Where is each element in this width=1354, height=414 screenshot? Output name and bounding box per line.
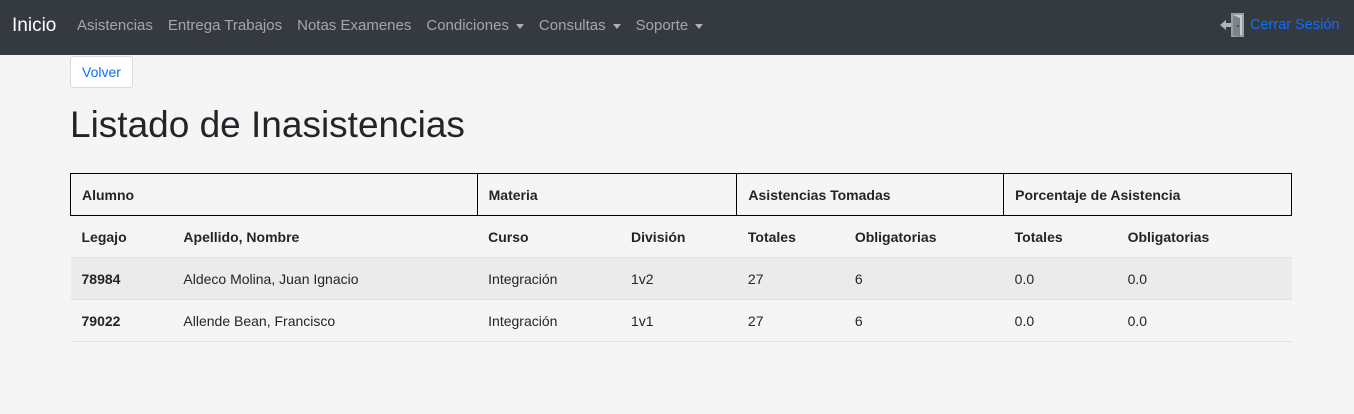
column-header-porcentaje-totales: Totales bbox=[1003, 215, 1117, 258]
caret-down-icon bbox=[612, 23, 621, 29]
nav-link-label: Asistencias bbox=[77, 17, 153, 34]
cell-legajo: 79022 bbox=[70, 299, 173, 342]
cell-porcentaje-obligatorias: 0.0 bbox=[1116, 257, 1292, 300]
table-group-header-row: Alumno Materia Asistencias Tomadas Porce… bbox=[70, 173, 1292, 216]
logout-label: Cerrar Sesión bbox=[1250, 17, 1340, 33]
nav-dropdown-consultas[interactable]: Consultas bbox=[539, 17, 621, 35]
page-title: Listado de Inasistencias bbox=[70, 104, 465, 145]
nav-links: Asistencias Entrega Trabajos Notas Exame… bbox=[77, 17, 718, 35]
column-header-curso: Curso bbox=[477, 215, 621, 258]
cell-porcentaje-totales: 0.0 bbox=[1003, 299, 1117, 342]
nav-dropdown-soporte[interactable]: Soporte bbox=[636, 17, 704, 35]
nav-link-asistencias[interactable]: Asistencias bbox=[77, 17, 153, 35]
table-column-header-row: Legajo Apellido, Nombre Curso División T… bbox=[70, 215, 1292, 258]
cell-legajo: 78984 bbox=[70, 257, 173, 300]
cell-asistencias-totales: 27 bbox=[736, 299, 844, 342]
absences-table: Alumno Materia Asistencias Tomadas Porce… bbox=[70, 173, 1292, 342]
cell-curso: Integración bbox=[477, 257, 621, 300]
logout-link[interactable]: Cerrar Sesión bbox=[1218, 11, 1339, 39]
brand-home-link[interactable]: Inicio bbox=[12, 15, 56, 37]
group-header-alumno: Alumno bbox=[70, 173, 478, 216]
nav-link-label: Consultas bbox=[538, 17, 606, 34]
nav-link-entrega-trabajos[interactable]: Entrega Trabajos bbox=[168, 17, 282, 35]
exit-door-icon bbox=[1220, 13, 1244, 37]
cell-curso: Integración bbox=[477, 299, 621, 342]
top-navbar: Inicio Asistencias Entrega Trabajos Nota… bbox=[0, 0, 1354, 55]
group-header-asistencias-tomadas: Asistencias Tomadas bbox=[736, 173, 1005, 216]
table-row: 78984 Aldeco Molina, Juan Ignacio Integr… bbox=[70, 257, 1292, 300]
column-header-porcentaje-obligatorias: Obligatorias bbox=[1116, 215, 1292, 258]
table-row: 79022 Allende Bean, Francisco Integració… bbox=[70, 299, 1292, 342]
nav-link-label: Soporte bbox=[635, 17, 689, 34]
cell-porcentaje-totales: 0.0 bbox=[1003, 257, 1117, 300]
cell-apellido-nombre: Aldeco Molina, Juan Ignacio bbox=[172, 257, 478, 300]
nav-link-label: Entrega Trabajos bbox=[167, 17, 283, 34]
back-button[interactable]: Volver bbox=[70, 56, 133, 88]
column-header-apellido-nombre: Apellido, Nombre bbox=[172, 215, 478, 258]
column-header-asistencias-totales: Totales bbox=[736, 215, 844, 258]
column-header-legajo: Legajo bbox=[70, 215, 173, 258]
cell-division: 1v1 bbox=[620, 299, 737, 342]
cell-asistencias-totales: 27 bbox=[736, 257, 844, 300]
column-header-asistencias-obligatorias: Obligatorias bbox=[843, 215, 1004, 258]
nav-link-label: Condiciones bbox=[426, 17, 509, 34]
caret-down-icon bbox=[695, 23, 704, 29]
nav-dropdown-condiciones[interactable]: Condiciones bbox=[426, 17, 524, 35]
cell-asistencias-obligatorias: 6 bbox=[843, 299, 1004, 342]
caret-down-icon bbox=[515, 23, 524, 29]
group-header-porcentaje-asistencia: Porcentaje de Asistencia bbox=[1003, 173, 1292, 216]
cell-apellido-nombre: Allende Bean, Francisco bbox=[172, 299, 478, 342]
group-header-materia: Materia bbox=[476, 173, 738, 216]
nav-link-notas-examenes[interactable]: Notas Examenes bbox=[297, 17, 411, 35]
cell-asistencias-obligatorias: 6 bbox=[843, 257, 1004, 300]
column-header-division: División bbox=[620, 215, 737, 258]
cell-porcentaje-obligatorias: 0.0 bbox=[1116, 299, 1292, 342]
nav-link-label: Notas Examenes bbox=[297, 17, 412, 34]
cell-division: 1v2 bbox=[620, 257, 737, 300]
absences-table-container: Alumno Materia Asistencias Tomadas Porce… bbox=[70, 173, 1292, 342]
